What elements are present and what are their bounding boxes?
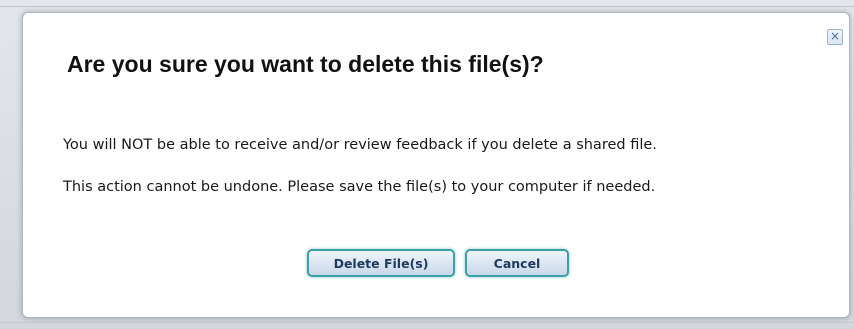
backdrop-line: [0, 322, 854, 323]
warning-message: You will NOT be able to receive and/or r…: [63, 137, 657, 153]
cancel-button[interactable]: Cancel: [465, 249, 569, 277]
backdrop-line: [0, 6, 854, 7]
dialog-button-row: Delete File(s) Cancel: [307, 249, 569, 277]
undo-warning-message: This action cannot be undone. Please sav…: [63, 179, 656, 195]
dialog-title: Are you sure you want to delete this fil…: [67, 51, 544, 77]
delete-confirm-dialog: × Are you sure you want to delete this f…: [22, 12, 850, 318]
delete-files-button[interactable]: Delete File(s): [307, 249, 455, 277]
close-icon[interactable]: ×: [827, 29, 843, 45]
